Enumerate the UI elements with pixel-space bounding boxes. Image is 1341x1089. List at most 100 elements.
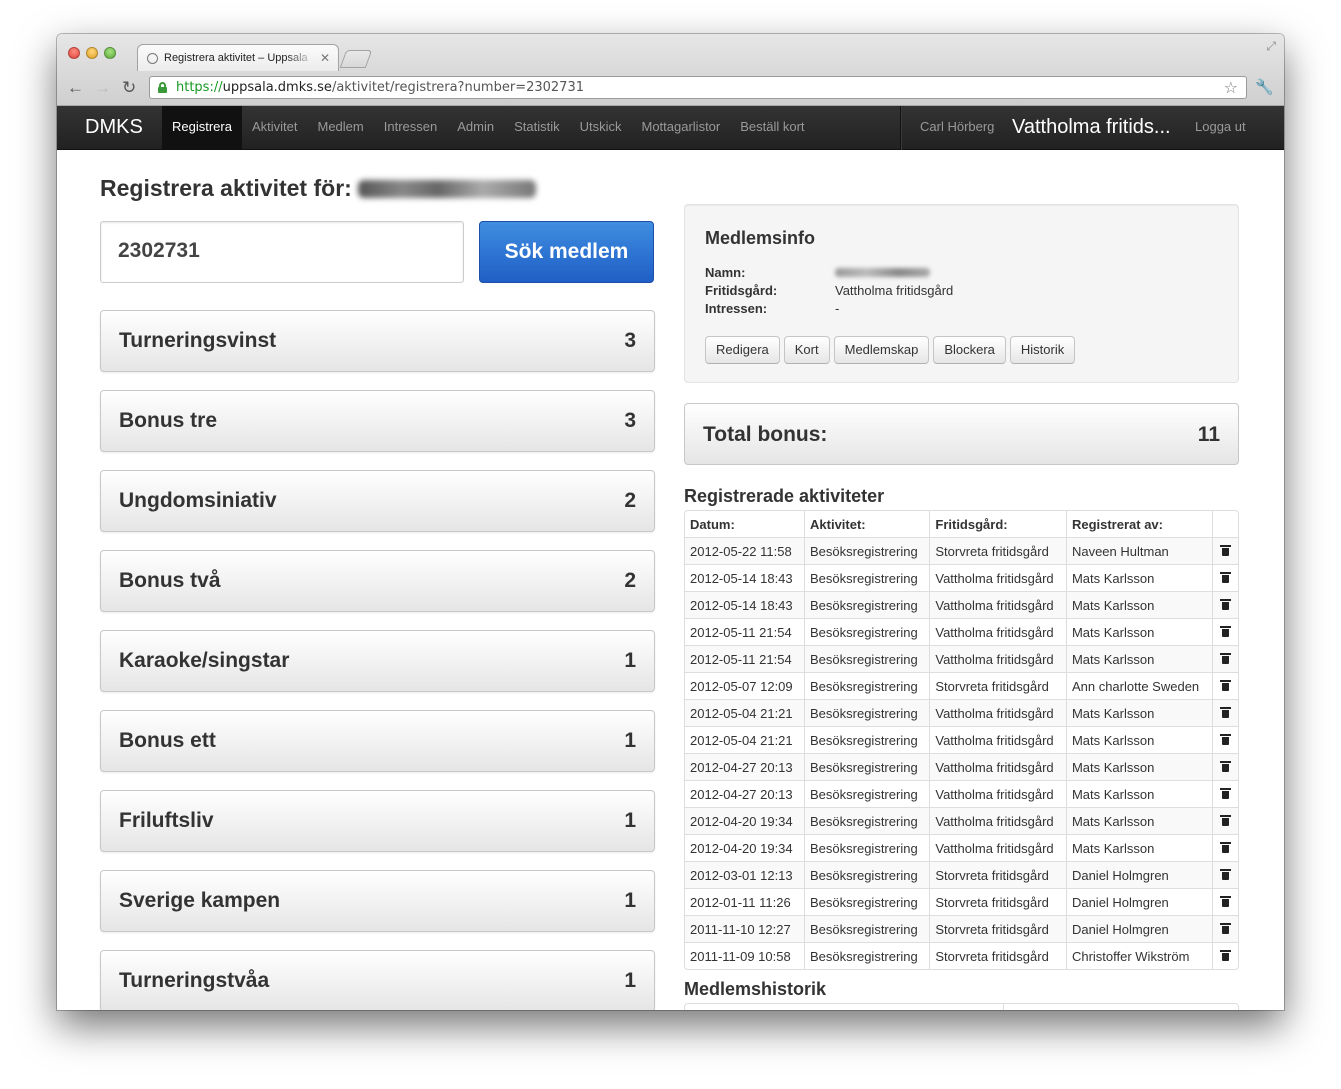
table-cell: Christoffer Wikström [1065, 942, 1212, 969]
trash-icon[interactable] [1220, 679, 1231, 691]
table-cell: Besöksregistrering [804, 780, 930, 807]
trash-icon[interactable] [1220, 949, 1231, 961]
table-cell: 2012-05-07 12:09 [685, 672, 805, 699]
trash-icon[interactable] [1220, 571, 1231, 583]
trash-icon[interactable] [1220, 814, 1231, 826]
brand-logo[interactable]: DMKS [85, 116, 143, 139]
browser-tab[interactable]: Registrera aktivitet – Uppsala ✕ [137, 44, 339, 71]
search-member-button[interactable]: Sök medlem [479, 221, 654, 283]
table-cell: Mats Karlsson [1065, 753, 1212, 780]
member-history-heading: Medlemshistorik [684, 979, 827, 999]
activity-button[interactable]: Bonus tre 3 [100, 390, 655, 452]
trash-icon[interactable] [1220, 652, 1231, 664]
url-host: uppsala.dmks.se [222, 80, 332, 95]
blockera-button[interactable]: Blockera [933, 336, 1006, 364]
table-cell: Mats Karlsson [1065, 618, 1212, 645]
table-row: 2011-11-09 10:58 Besöksregistrering Storvr… [685, 942, 1238, 969]
kort-button[interactable]: Kort [783, 336, 830, 364]
activity-button[interactable]: Sverige kampen 1 [100, 870, 655, 932]
trash-icon[interactable] [1220, 760, 1231, 772]
zoom-window-button[interactable] [104, 47, 116, 59]
table-row: 2011-11-10 12:27 Besöksregistrering Storvr… [685, 915, 1238, 942]
trash-icon[interactable] [1220, 787, 1231, 799]
trash-icon[interactable] [1220, 625, 1231, 637]
close-tab-icon[interactable]: ✕ [320, 51, 330, 65]
total-bonus-box: Total bonus: 11 [684, 403, 1239, 465]
delete-cell [1212, 861, 1238, 888]
trash-icon[interactable] [1220, 706, 1231, 718]
nav-link-medlem[interactable]: Medlem [307, 106, 373, 150]
redigera-button[interactable]: Redigera [705, 336, 780, 364]
name-label: Namn: [705, 265, 746, 280]
browser-toolbar: Registrera aktivitet – Uppsala ✕ ⤢ ← → ↻… [57, 34, 1284, 106]
table-row: 2012-05-04 21:21 Besöksregistrering Vattho… [685, 726, 1238, 753]
nav-link-admin[interactable]: Admin [447, 106, 504, 150]
table-header-row: Datum: Aktivitet: Fritidsgård: Registrerat … [685, 511, 1238, 537]
delete-cell [1212, 591, 1238, 618]
forward-icon[interactable]: → [94, 78, 111, 98]
table-row: 2012-04-27 20:13 Besöksregistrering Vattho… [685, 753, 1238, 780]
reload-icon[interactable]: ↻ [122, 78, 136, 98]
table-cell: Mats Karlsson [1065, 645, 1212, 672]
activity-button[interactable]: Ungdomsiniativ 2 [100, 470, 655, 532]
activity-button[interactable]: Bonus två 2 [100, 550, 655, 612]
nav-user-link[interactable]: Carl Hörberg [920, 106, 994, 148]
minimize-window-button[interactable] [86, 47, 98, 59]
tab-title: Registrera aktivitet – Uppsala [164, 52, 308, 64]
redacted-name-value [835, 268, 930, 277]
activity-button[interactable]: Turneringsvinst 3 [100, 310, 655, 372]
new-tab-button[interactable] [339, 50, 373, 68]
back-icon[interactable]: ← [67, 78, 84, 98]
table-cell: 2012-01-11 11:26 [685, 888, 805, 915]
activity-button[interactable]: Turneringstvåa 1 [100, 950, 655, 1010]
nav-link-mottagarlistor[interactable]: Mottagarlistor [631, 106, 730, 150]
delete-cell [1212, 888, 1238, 915]
activity-count: 1 [624, 649, 636, 672]
close-window-button[interactable] [68, 47, 80, 59]
nav-link-beställ-kort[interactable]: Beställ kort [730, 106, 814, 150]
nav-link-statistik[interactable]: Statistik [504, 106, 570, 150]
lock-icon [158, 82, 167, 93]
table-cell: Mats Karlsson [1065, 807, 1212, 834]
nav-divider [900, 106, 901, 150]
trash-icon[interactable] [1220, 598, 1231, 610]
table-cell: Storvreta fritidsgård [929, 537, 1066, 564]
table-cell: 2012-05-11 21:54 [685, 645, 805, 672]
nav-link-registrera[interactable]: Registrera [162, 106, 242, 150]
table-cell: Besöksregistrering [804, 888, 930, 915]
member-number-input[interactable]: 2302731 [100, 221, 464, 283]
delete-cell [1212, 726, 1238, 753]
table-cell: 2012-04-27 20:13 [685, 780, 805, 807]
club-value: Vattholma fritidsgård [835, 283, 954, 298]
table-cell: Daniel Holmgren [1065, 861, 1212, 888]
table-cell: Storvreta fritidsgård [929, 861, 1066, 888]
delete-cell [1212, 564, 1238, 591]
nav-link-utskick[interactable]: Utskick [570, 106, 632, 150]
trash-icon[interactable] [1220, 895, 1231, 907]
table-cell: 2012-05-22 11:58 [685, 537, 805, 564]
historik-button[interactable]: Historik [1009, 336, 1076, 364]
activity-button[interactable]: Bonus ett 1 [100, 710, 655, 772]
logout-link[interactable]: Logga ut [1195, 106, 1246, 148]
trash-icon[interactable] [1220, 733, 1231, 745]
table-cell: Storvreta fritidsgård [929, 888, 1066, 915]
table-cell: Besöksregistrering [804, 807, 930, 834]
star-icon[interactable]: ☆ [1224, 78, 1238, 97]
table-cell: 2012-05-14 18:43 [685, 591, 805, 618]
table-cell: Besöksregistrering [804, 834, 930, 861]
trash-icon[interactable] [1220, 922, 1231, 934]
activity-button[interactable]: Friluftsliv 1 [100, 790, 655, 852]
nav-link-intressen[interactable]: Intressen [374, 106, 447, 150]
trash-icon[interactable] [1220, 841, 1231, 853]
trash-icon[interactable] [1220, 868, 1231, 880]
wrench-icon[interactable]: 🔧 [1255, 78, 1274, 96]
nav-club-title[interactable]: Vattholma fritids... [1012, 106, 1171, 148]
address-bar[interactable]: https://uppsala.dmks.se/aktivitet/regist… [149, 76, 1247, 99]
activity-count: 1 [624, 809, 636, 832]
fullscreen-icon[interactable]: ⤢ [1266, 39, 1276, 54]
trash-icon[interactable] [1220, 544, 1231, 556]
medlemskap-button[interactable]: Medlemskap [833, 336, 930, 364]
nav-link-aktivitet[interactable]: Aktivitet [242, 106, 308, 150]
activity-button[interactable]: Karaoke/singstar 1 [100, 630, 655, 692]
table-cell: Besöksregistrering [804, 753, 930, 780]
